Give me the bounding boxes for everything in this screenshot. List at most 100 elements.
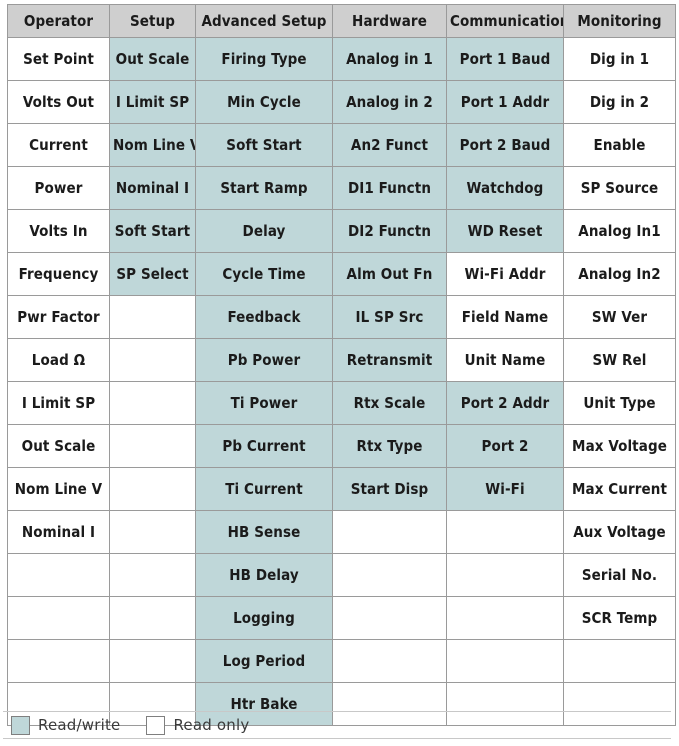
menu-item-hardware[interactable]: Alm Out Fn	[332, 252, 447, 296]
menu-item-operator[interactable]: Volts Out	[7, 80, 110, 124]
menu-item-monitoring[interactable]: SP Source	[563, 166, 676, 210]
menu-item-monitoring[interactable]: Analog In1	[563, 209, 676, 253]
menu-item-operator[interactable]: Nominal I	[7, 510, 110, 554]
menu-item-operator[interactable]: Power	[7, 166, 110, 210]
menu-item-operator[interactable]: Set Point	[7, 37, 110, 81]
menu-item-operator[interactable]: Out Scale	[7, 424, 110, 468]
menu-item-advanced[interactable]: Min Cycle	[195, 80, 333, 124]
empty-cell	[332, 639, 447, 683]
menu-item-advanced[interactable]: Log Period	[195, 639, 333, 683]
table-row: Load Ω Pb Power Retransmit Unit Name SW Rel	[7, 338, 676, 382]
column-header-communication[interactable]: Communication	[446, 4, 564, 38]
menu-item-hardware[interactable]: Rtx Type	[332, 424, 447, 468]
menu-item-communication[interactable]: WD Reset	[446, 209, 564, 253]
menu-item-communication[interactable]: Port 1 Baud	[446, 37, 564, 81]
menu-item-advanced[interactable]: Cycle Time	[195, 252, 333, 296]
column-header-operator[interactable]: Operator	[7, 4, 110, 38]
menu-item-operator[interactable]: Load Ω	[7, 338, 110, 382]
menu-item-communication[interactable]: Unit Name	[446, 338, 564, 382]
menu-item-hardware[interactable]: Analog in 1	[332, 37, 447, 81]
empty-cell	[109, 467, 196, 511]
menu-item-advanced[interactable]: Soft Start	[195, 123, 333, 167]
menu-item-setup[interactable]: I Limit SP	[109, 80, 196, 124]
menu-item-advanced[interactable]: Feedback	[195, 295, 333, 339]
legend-item-ro: Read only	[146, 715, 249, 735]
table-row: Volts Out I Limit SP Min Cycle Analog in 2P…	[7, 80, 676, 124]
menu-item-setup[interactable]: Out Scale	[109, 37, 196, 81]
empty-cell	[446, 596, 564, 640]
menu-item-setup[interactable]: Nominal I	[109, 166, 196, 210]
menu-item-monitoring[interactable]: SCR Temp	[563, 596, 676, 640]
menu-item-monitoring[interactable]: Unit Type	[563, 381, 676, 425]
menu-item-communication[interactable]: Port 2 Addr	[446, 381, 564, 425]
menu-item-advanced[interactable]: HB Delay	[195, 553, 333, 597]
menu-item-communication[interactable]: Wi-Fi	[446, 467, 564, 511]
menu-item-advanced[interactable]: Start Ramp	[195, 166, 333, 210]
menu-item-advanced[interactable]: Logging	[195, 596, 333, 640]
menu-item-advanced[interactable]: Pb Current	[195, 424, 333, 468]
menu-item-advanced[interactable]: Ti Power	[195, 381, 333, 425]
column-header-advanced[interactable]: Advanced Setup	[195, 4, 333, 38]
menu-item-communication[interactable]: Wi-Fi Addr	[446, 252, 564, 296]
menu-item-operator[interactable]: Pwr Factor	[7, 295, 110, 339]
menu-item-operator[interactable]: Frequency	[7, 252, 110, 296]
column-header-setup[interactable]: Setup	[109, 4, 196, 38]
menu-item-setup[interactable]: Nom Line V	[109, 123, 196, 167]
menu-item-monitoring[interactable]: SW Ver	[563, 295, 676, 339]
menu-item-communication[interactable]: Port 2	[446, 424, 564, 468]
empty-cell	[109, 381, 196, 425]
legend: Read/write Read only	[3, 711, 671, 739]
table-row: Log Period	[7, 639, 676, 683]
menu-item-operator[interactable]: I Limit SP	[7, 381, 110, 425]
menu-item-hardware[interactable]: Rtx Scale	[332, 381, 447, 425]
header-row: Operator Setup Advanced Setup Hardware Commu…	[7, 4, 676, 38]
menu-item-hardware[interactable]: Retransmit	[332, 338, 447, 382]
empty-cell	[446, 510, 564, 554]
menu-item-monitoring[interactable]: Analog In2	[563, 252, 676, 296]
menu-item-hardware[interactable]: Start Disp	[332, 467, 447, 511]
menu-item-advanced[interactable]: HB Sense	[195, 510, 333, 554]
table-row: Logging SCR Temp	[7, 596, 676, 640]
menu-item-monitoring[interactable]: SW Rel	[563, 338, 676, 382]
empty-cell	[7, 596, 110, 640]
menu-item-monitoring[interactable]: Dig in 2	[563, 80, 676, 124]
menu-item-hardware[interactable]: An2 Funct	[332, 123, 447, 167]
table-row: Nom Line V Ti Current Start Disp Wi-Fi Max C…	[7, 467, 676, 511]
table-row: Pwr Factor Feedback IL SP Src Field Name SW …	[7, 295, 676, 339]
table-row: Power Nominal I Start Ramp DI1 Functn Watchd…	[7, 166, 676, 210]
menu-item-monitoring[interactable]: Enable	[563, 123, 676, 167]
table-body: Set Point Out Scale Firing Type Analog in 1…	[7, 37, 676, 726]
menu-item-advanced[interactable]: Ti Current	[195, 467, 333, 511]
menu-item-setup[interactable]: SP Select	[109, 252, 196, 296]
table-header: Operator Setup Advanced Setup Hardware Commu…	[7, 4, 676, 38]
menu-item-operator[interactable]: Volts In	[7, 209, 110, 253]
menu-item-monitoring[interactable]: Dig in 1	[563, 37, 676, 81]
menu-item-operator[interactable]: Nom Line V	[7, 467, 110, 511]
table-row: Volts In Soft Start Delay DI2 Functn WD Rese…	[7, 209, 676, 253]
menu-item-communication[interactable]: Watchdog	[446, 166, 564, 210]
menu-item-monitoring[interactable]: Aux Voltage	[563, 510, 676, 554]
empty-cell	[446, 639, 564, 683]
menu-item-communication[interactable]: Port 1 Addr	[446, 80, 564, 124]
menu-item-monitoring[interactable]: Max Current	[563, 467, 676, 511]
menu-item-communication[interactable]: Field Name	[446, 295, 564, 339]
legend-swatch-rw-icon	[11, 715, 30, 735]
menu-item-monitoring[interactable]: Serial No.	[563, 553, 676, 597]
menu-item-hardware[interactable]: DI1 Functn	[332, 166, 447, 210]
menu-item-hardware[interactable]: IL SP Src	[332, 295, 447, 339]
empty-cell	[7, 553, 110, 597]
menu-item-hardware[interactable]: Analog in 2	[332, 80, 447, 124]
legend-item-rw: Read/write	[11, 715, 120, 735]
menu-item-advanced[interactable]: Firing Type	[195, 37, 333, 81]
menu-item-hardware[interactable]: DI2 Functn	[332, 209, 447, 253]
table-row: Current Nom Line V Soft Start An2 Funct Port…	[7, 123, 676, 167]
table-row: HB Delay Serial No.	[7, 553, 676, 597]
menu-item-monitoring[interactable]: Max Voltage	[563, 424, 676, 468]
menu-item-setup[interactable]: Soft Start	[109, 209, 196, 253]
column-header-monitoring[interactable]: Monitoring	[563, 4, 676, 38]
column-header-hardware[interactable]: Hardware	[332, 4, 447, 38]
menu-item-advanced[interactable]: Pb Power	[195, 338, 333, 382]
menu-item-communication[interactable]: Port 2 Baud	[446, 123, 564, 167]
menu-item-advanced[interactable]: Delay	[195, 209, 333, 253]
menu-item-operator[interactable]: Current	[7, 123, 110, 167]
